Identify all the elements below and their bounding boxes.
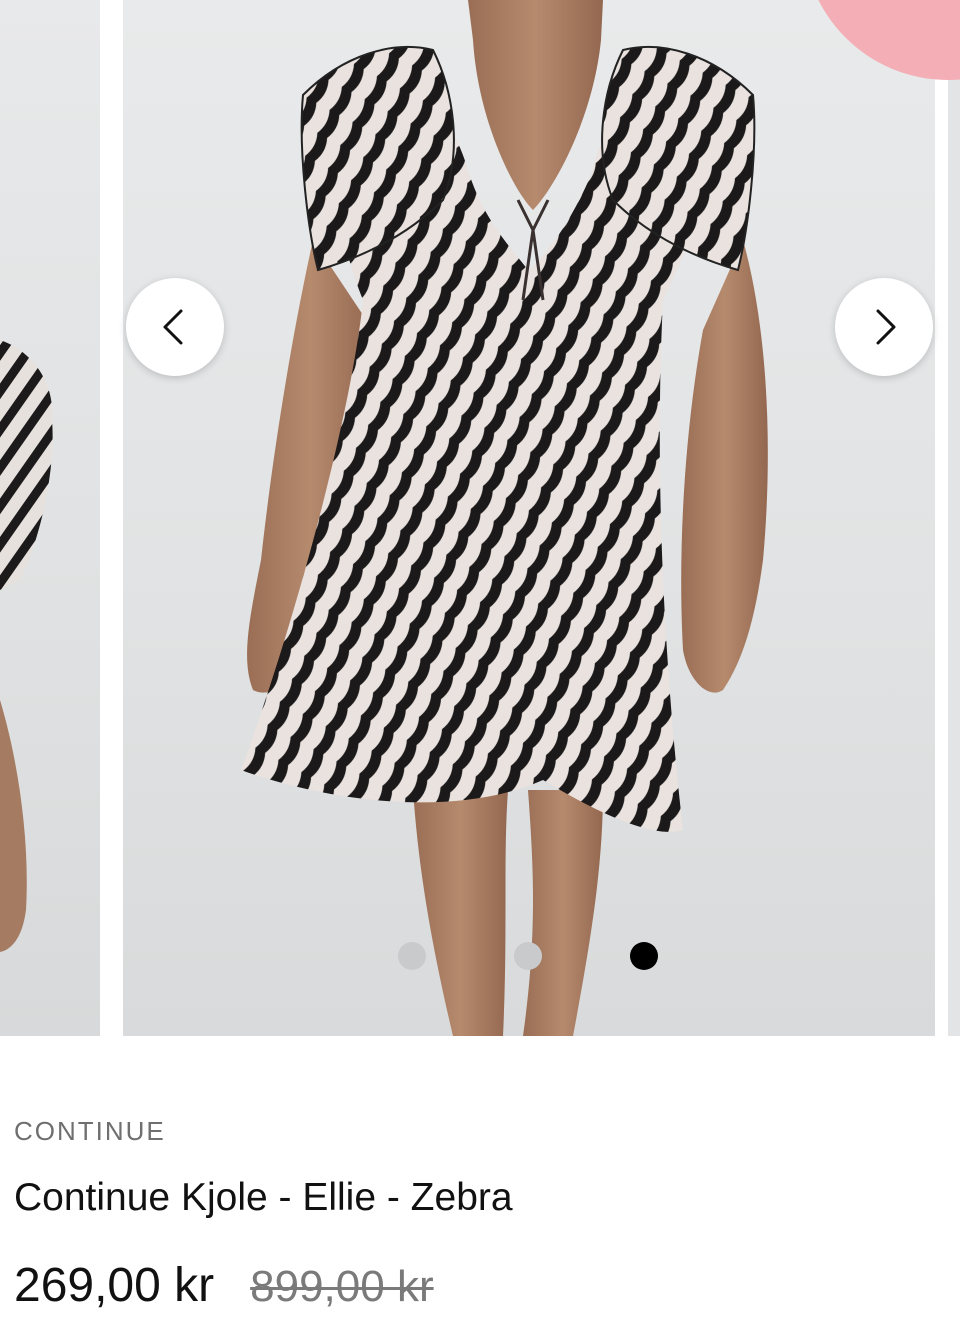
carousel-slide-previous[interactable] bbox=[0, 0, 100, 1036]
product-title[interactable]: Continue Kjole - Ellie - Zebra bbox=[14, 1176, 513, 1220]
chevron-right-icon bbox=[876, 309, 896, 345]
carousel-dot-2[interactable] bbox=[514, 942, 542, 970]
carousel-slide-current[interactable] bbox=[123, 0, 935, 1036]
carousel-dot-1[interactable] bbox=[398, 942, 426, 970]
carousel-dot-3[interactable] bbox=[630, 942, 658, 970]
carousel-slide-next[interactable] bbox=[948, 0, 960, 1036]
product-page: CONTINUE Continue Kjole - Ellie - Zebra … bbox=[0, 0, 960, 1336]
product-image-carousel[interactable] bbox=[0, 0, 960, 1036]
product-photo-partial bbox=[0, 340, 53, 952]
chevron-left-icon bbox=[163, 309, 183, 345]
current-price: 269,00 kr bbox=[14, 1259, 215, 1312]
product-info: CONTINUE Continue Kjole - Ellie - Zebra … bbox=[14, 1036, 944, 1336]
product-brand[interactable]: CONTINUE bbox=[14, 1116, 166, 1147]
carousel-next-button[interactable] bbox=[835, 278, 933, 376]
original-price: 899,00 kr bbox=[250, 1262, 434, 1311]
carousel-prev-button[interactable] bbox=[126, 278, 224, 376]
product-photo bbox=[241, 0, 768, 1036]
price-row: 269,00 kr 899,00 kr bbox=[14, 1258, 434, 1313]
carousel-pagination bbox=[398, 942, 660, 972]
